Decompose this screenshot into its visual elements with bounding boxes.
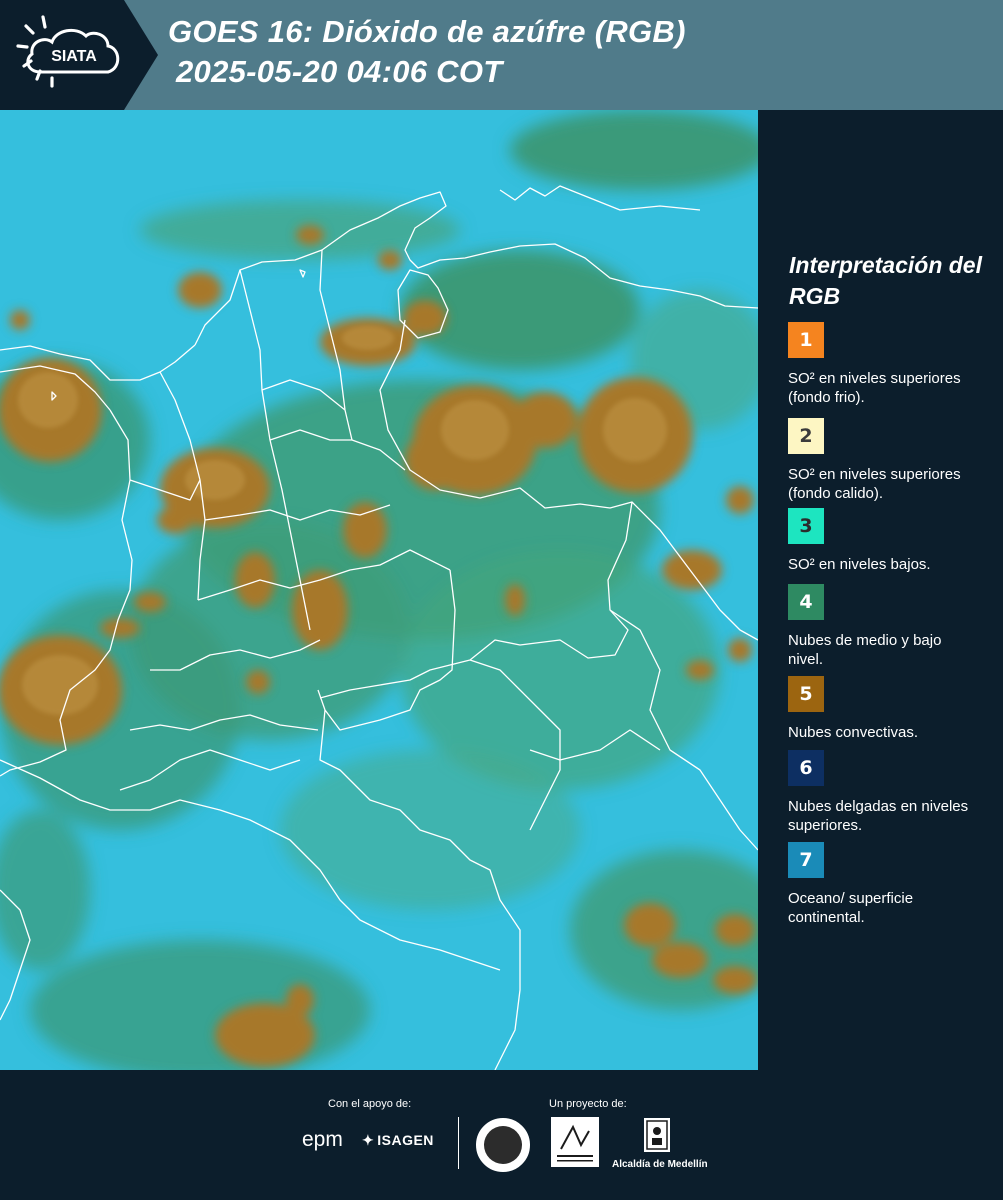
medellin-seal-logo <box>476 1118 530 1172</box>
page-title: GOES 16: Dióxido de azúfre (RGB) <box>168 14 686 49</box>
legend-item-label: Oceano/ superficie continental. <box>788 890 914 926</box>
legend-item-1: 1 SO² en niveles superiores (fondo frio)… <box>788 322 988 407</box>
legend-item-label: Nubes de medio y bajo nivel. <box>788 632 942 668</box>
legend-item-label: Nubes delgadas en niveles superiores. <box>788 798 969 834</box>
legend-item-4: 4 Nubes de medio y bajo nivel. <box>788 584 988 669</box>
isagen-mark-icon: ✦ <box>362 1132 375 1148</box>
legend-item-7: 7 Oceano/ superficie continental. <box>788 842 988 927</box>
satellite-map[interactable] <box>0 110 758 1070</box>
isagen-logo: ✦ ISAGEN <box>362 1132 434 1149</box>
legend-swatch: 1 <box>788 322 824 358</box>
siata-logo: SIATA <box>0 0 160 110</box>
footer-divider <box>458 1117 459 1169</box>
legend-item-2: 2 SO² en niveles superiores (fondo calid… <box>788 418 988 503</box>
area-metropolitana-logo <box>551 1117 599 1167</box>
support-label: Con el apoyo de: <box>328 1098 412 1110</box>
legend-swatch: 7 <box>788 842 824 878</box>
legend-item-label: Nubes convectivas. <box>788 724 919 741</box>
legend-item-label: SO² en niveles bajos. <box>788 556 931 573</box>
footer: Con el apoyo de: Un proyecto de: epm ✦ IS… <box>0 1070 1003 1200</box>
alcaldia-shield-icon <box>644 1118 670 1152</box>
legend-swatch: 5 <box>788 676 824 712</box>
legend-swatch: 2 <box>788 418 824 454</box>
legend-swatch: 6 <box>788 750 824 786</box>
legend-item-label: SO² en niveles superiores (fondo frio). <box>788 370 961 406</box>
alcaldia-logo-text: Alcaldía de Medellín <box>612 1159 708 1170</box>
legend-item-5: 5 Nubes convectivas. <box>788 676 988 742</box>
seal-emblem-icon <box>484 1126 522 1164</box>
legend-swatch: 4 <box>788 584 824 620</box>
isagen-logo-text: ISAGEN <box>377 1132 434 1148</box>
legend-title: Interpretación del RGB <box>789 252 982 309</box>
legend-item-3: 3 SO² en niveles bajos. <box>788 508 988 574</box>
siata-logo-text: SIATA <box>51 48 97 65</box>
project-label: Un proyecto de: <box>549 1098 627 1110</box>
epm-logo: epm <box>302 1128 343 1151</box>
page-timestamp: 2025-05-20 04:06 COT <box>176 54 503 89</box>
legend-item-label: SO² en niveles superiores (fondo calido)… <box>788 466 961 502</box>
legend-swatch: 3 <box>788 508 824 544</box>
header-bar: SIATA GOES 16: Dióxido de azúfre (RGB) 2… <box>0 0 1003 110</box>
legend-item-6: 6 Nubes delgadas en niveles superiores. <box>788 750 988 835</box>
legend-panel: Interpretación del RGB 1 SO² en niveles … <box>758 110 1003 1070</box>
